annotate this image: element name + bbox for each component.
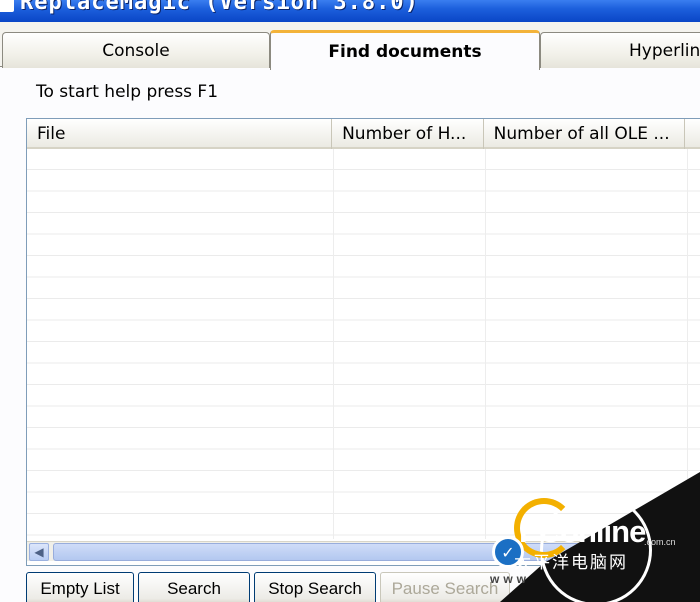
column-header-extra[interactable]	[685, 119, 700, 149]
tab-find-documents[interactable]: Find documents	[270, 30, 540, 70]
help-text: To start help press F1	[36, 82, 219, 102]
grid-rows	[27, 149, 700, 539]
grid-header: File Number of H... Number of all OLE ..…	[27, 119, 700, 149]
window-title: ReplaceMagic (Version 3.8.0)	[20, 0, 419, 15]
tab-hyperlinks[interactable]: Hyperlin	[540, 32, 700, 68]
stop-search-button[interactable]: Stop Search	[254, 572, 376, 602]
grid-column-divider	[485, 149, 486, 539]
column-header-number-of-ole[interactable]: Number of all OLE ...	[484, 119, 686, 149]
column-header-number-of-hyperlinks[interactable]: Number of H...	[332, 119, 484, 149]
tab-find-documents-label: Find documents	[328, 41, 482, 62]
search-button[interactable]: Search	[138, 572, 250, 602]
watermark-domain: .com.cn	[644, 537, 676, 547]
grid-column-divider	[333, 149, 334, 539]
title-bar: ReplaceMagic (Version 3.8.0)	[0, 0, 700, 22]
column-header-file[interactable]: File	[27, 119, 333, 149]
tab-hyperlinks-label: Hyperlin	[629, 40, 700, 61]
scroll-left-button[interactable]: ◀	[29, 543, 49, 561]
tab-console-label: Console	[102, 40, 170, 61]
tab-console[interactable]: Console	[2, 32, 270, 68]
empty-list-button[interactable]: Empty List	[26, 572, 134, 602]
app-icon	[0, 0, 14, 12]
watermark-chinese-name: 太平洋电脑网	[514, 553, 628, 573]
watermark-www: www	[490, 572, 531, 586]
chevron-left-icon: ◀	[34, 545, 44, 559]
watermark-brand: PConline	[519, 514, 646, 549]
